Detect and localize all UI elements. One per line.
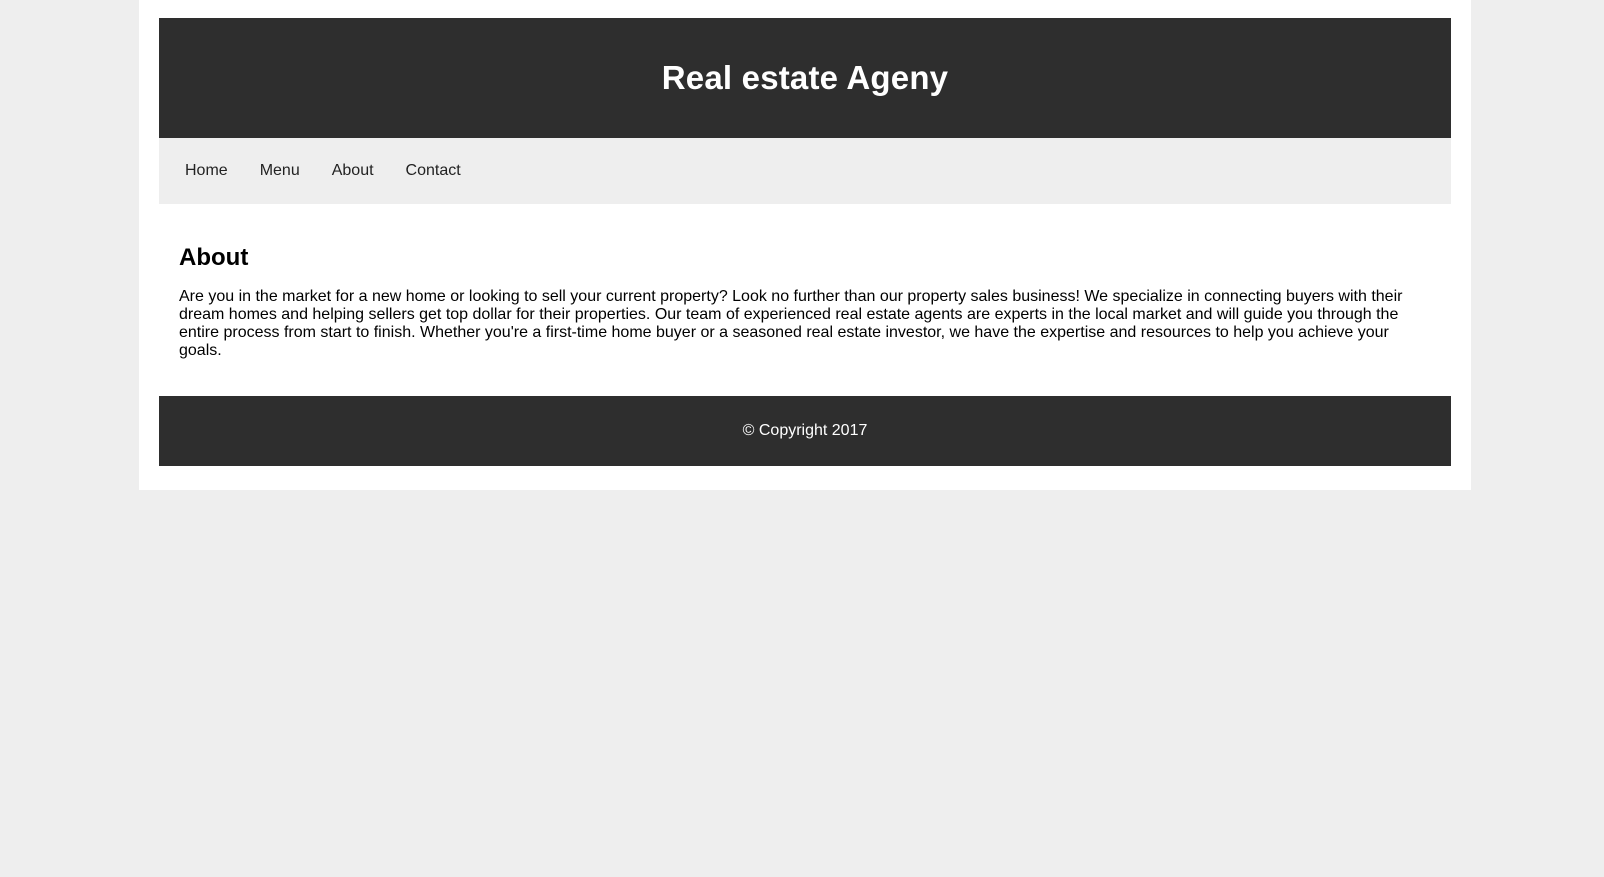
main-content: About Are you in the market for a new ho… — [159, 204, 1451, 396]
nav-item-home[interactable]: Home — [169, 154, 244, 188]
site-footer: © Copyright 2017 — [159, 396, 1451, 466]
main-navigation: Home Menu About Contact — [159, 138, 1451, 204]
about-paragraph: Are you in the market for a new home or … — [179, 288, 1403, 359]
nav-item-about[interactable]: About — [316, 154, 390, 188]
site-header: Real estate Ageny — [159, 18, 1451, 138]
site-title: Real estate Ageny — [661, 59, 949, 96]
copyright-text: © Copyright 2017 — [742, 422, 868, 439]
section-heading: About — [179, 244, 249, 271]
page-container: Real estate Ageny Home Menu About Contac… — [139, 0, 1471, 490]
nav-item-menu[interactable]: Menu — [244, 154, 316, 188]
nav-item-contact[interactable]: Contact — [390, 154, 477, 188]
